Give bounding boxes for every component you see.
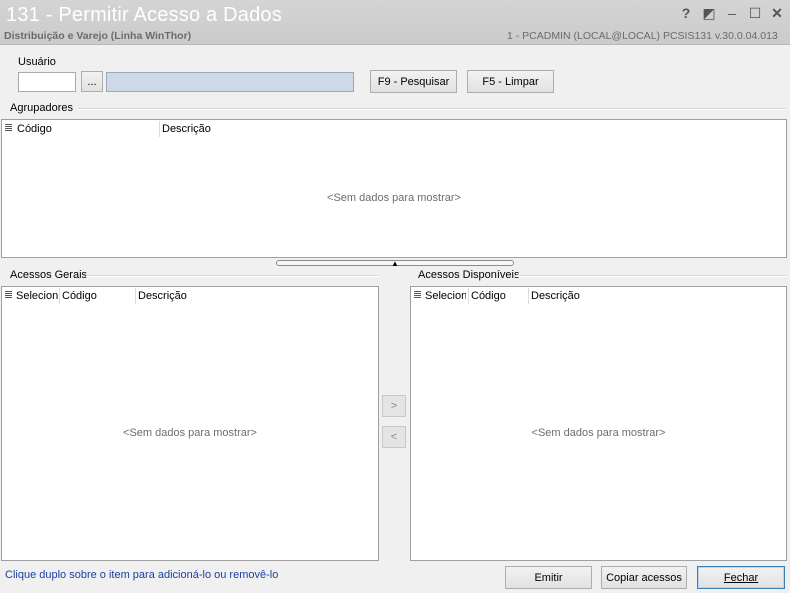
agrupadores-label: Agrupadores <box>10 102 73 114</box>
acessos-disponiveis-divider <box>515 275 786 277</box>
emitir-button[interactable]: Emitir <box>505 566 592 589</box>
acessos-gerais-grid[interactable]: Selecionar Código Descrição <Sem dados p… <box>1 286 379 561</box>
agrupadores-grid[interactable]: Código Descrição <Sem dados para mostrar… <box>1 119 787 258</box>
maximize-icon[interactable]: ☐ <box>746 4 764 22</box>
column-chooser-icon[interactable] <box>5 291 12 300</box>
clear-button[interactable]: F5 - Limpar <box>467 70 554 93</box>
empty-message: <Sem dados para mostrar> <box>531 427 666 439</box>
acessos-disponiveis-label: Acessos Disponíveis <box>418 269 520 281</box>
agrupadores-divider <box>78 108 786 110</box>
column-header-codigo[interactable]: Código <box>471 290 506 302</box>
column-chooser-icon[interactable] <box>414 291 421 300</box>
usuario-name-field <box>106 72 354 92</box>
agrupadores-grid-header: Código Descrição <box>2 120 786 138</box>
usuario-code-input[interactable] <box>18 72 76 92</box>
column-header-codigo[interactable]: Código <box>17 123 52 135</box>
copiar-acessos-button[interactable]: Copiar acessos <box>601 566 687 589</box>
minimize-icon[interactable]: – <box>723 4 741 22</box>
column-chooser-icon[interactable] <box>5 124 12 133</box>
column-header-selecionar[interactable]: Selecionar <box>16 290 58 302</box>
window-title: 131 - Permitir Acesso a Dados <box>6 4 282 26</box>
acessos-disponiveis-grid[interactable]: Selecionar Código Descrição <Sem dados p… <box>410 286 787 561</box>
help-icon[interactable]: ? <box>677 4 695 22</box>
column-header-descricao[interactable]: Descrição <box>162 123 211 135</box>
usuario-browse-button[interactable]: ... <box>81 71 103 92</box>
hint-text: Clique duplo sobre o item para adicioná-… <box>5 569 279 581</box>
column-header-descricao[interactable]: Descrição <box>531 290 580 302</box>
empty-message: <Sem dados para mostrar> <box>123 427 257 439</box>
window-subtitle: Distribuição e Varejo (Linha WinThor) <box>4 30 192 42</box>
acessos-gerais-label: Acessos Gerais <box>10 269 88 281</box>
connection-info: 1 - PCADMIN (LOCAL@LOCAL) PCSIS131 v.30.… <box>507 30 778 42</box>
add-access-button[interactable]: > <box>382 395 406 417</box>
usuario-label: Usuário <box>18 56 56 68</box>
chevron-up-icon[interactable]: ▲ <box>391 260 399 268</box>
column-header-codigo[interactable]: Código <box>62 290 97 302</box>
empty-message: <Sem dados para mostrar> <box>327 192 461 204</box>
acessos-gerais-grid-header: Selecionar Código Descrição <box>2 287 378 305</box>
column-header-selecionar[interactable]: Selecionar <box>425 290 466 302</box>
acessos-disponiveis-grid-header: Selecionar Código Descrição <box>411 287 786 305</box>
fechar-button[interactable]: Fechar <box>697 566 785 589</box>
acessos-gerais-divider <box>86 275 378 277</box>
search-button[interactable]: F9 - Pesquisar <box>370 70 457 93</box>
restore-icon[interactable]: ◩ <box>700 4 718 22</box>
close-icon[interactable]: ✕ <box>768 4 786 22</box>
column-header-descricao[interactable]: Descrição <box>138 290 187 302</box>
remove-access-button[interactable]: < <box>382 426 406 448</box>
